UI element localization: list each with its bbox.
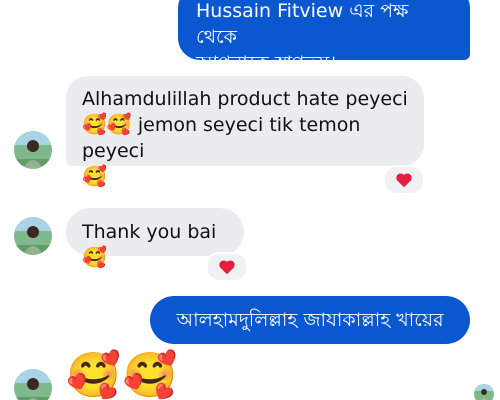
message-text-line: Hussain Fitview এর পক্ষ থেকে [196, 0, 409, 48]
contact-avatar[interactable] [14, 369, 52, 400]
message-text: Thank you bai [82, 221, 217, 243]
heart-reaction[interactable] [383, 165, 425, 195]
heart-reaction[interactable] [206, 252, 248, 282]
incoming-message[interactable]: Alhamdulillah product hate peyeci 🥰🥰 jem… [66, 76, 424, 186]
outgoing-message-welcome[interactable]: Hussain Fitview এর পক্ষ থেকে আপনাকে স্বা… [178, 0, 470, 74]
heart-icon [396, 173, 412, 188]
contact-avatar[interactable] [14, 217, 52, 255]
smiling-hearts-emoji: 🥰🥰 [82, 112, 132, 136]
message-text-line: আপনাকে স্বাগতম। [196, 52, 337, 74]
chat-thread: Hussain Fitview এর পক্ষ থেকে আপনাকে স্বা… [0, 0, 500, 400]
seen-indicator-avatar [474, 384, 494, 400]
message-text: আলহামদুলিল্লাহ জাযাকাল্লাহ খায়ের [176, 309, 444, 331]
message-text-line: 🥰 [82, 164, 408, 190]
message-text-line: 🥰🥰 jemon seyeci tik temon peyeci [82, 112, 408, 164]
incoming-emoji-message[interactable]: 🥰🥰 [66, 354, 180, 398]
message-text-line: Alhamdulillah product hate peyeci [82, 88, 408, 110]
smiling-hearts-emoji: 🥰 [82, 164, 107, 188]
heart-icon [219, 260, 235, 275]
incoming-message[interactable]: Thank you bai🥰 [66, 208, 244, 267]
outgoing-message[interactable]: আলহামদুলিল্লাহ জাযাকাল্লাহ খায়ের [150, 296, 470, 344]
smiling-hearts-emoji: 🥰 [82, 245, 107, 269]
contact-avatar[interactable] [14, 131, 52, 169]
